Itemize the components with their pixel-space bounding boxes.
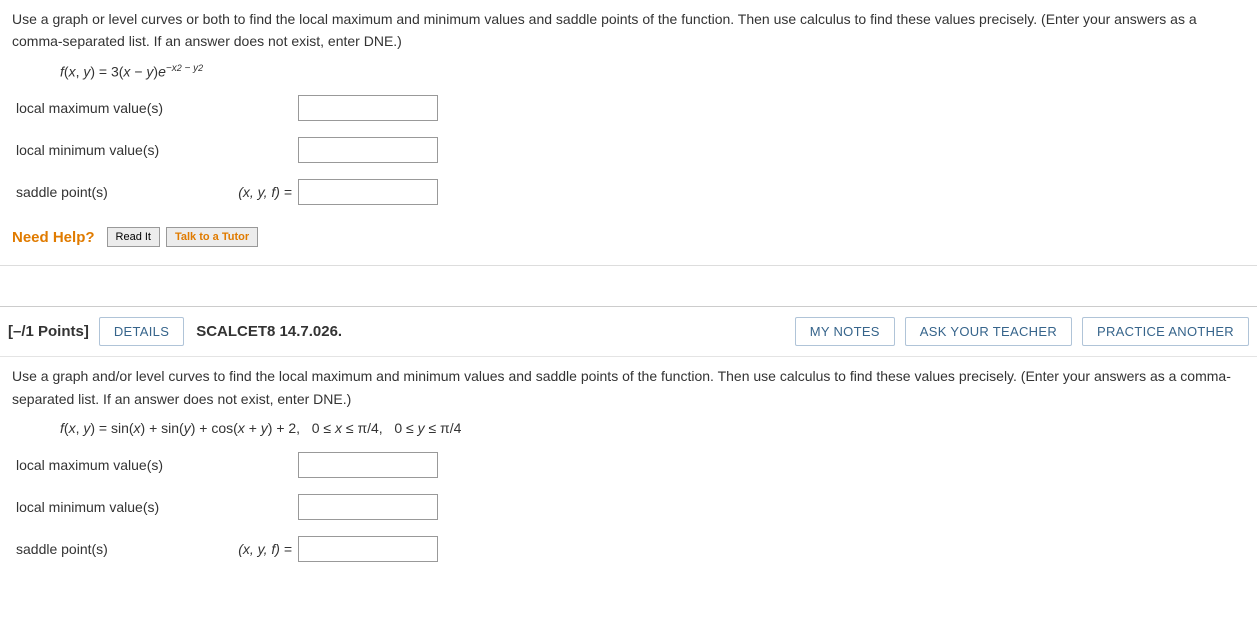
need-help-row: Need Help? Read It Talk to a Tutor: [12, 227, 1245, 247]
q2-formula: f(x, y) = sin(x) + sin(y) + cos(x + y) +…: [12, 416, 1245, 444]
q2-local-min-label: local minimum value(s): [12, 499, 222, 515]
q2-local-max-input[interactable]: [298, 452, 438, 478]
q2-saddle-label: saddle point(s): [12, 541, 222, 557]
header-actions: MY NOTES ASK YOUR TEACHER PRACTICE ANOTH…: [795, 317, 1249, 346]
q1-saddle-label: saddle point(s): [12, 184, 222, 200]
details-button[interactable]: DETAILS: [99, 317, 184, 346]
q1-local-min-row: local minimum value(s): [12, 129, 1245, 171]
practice-another-button[interactable]: PRACTICE ANOTHER: [1082, 317, 1249, 346]
q2-saddle-prefix: (x, y, f) =: [222, 541, 292, 557]
talk-to-tutor-button[interactable]: Talk to a Tutor: [166, 227, 258, 247]
q1-local-min-label: local minimum value(s): [12, 142, 222, 158]
q1-local-min-input[interactable]: [298, 137, 438, 163]
q2-saddle-row: saddle point(s) (x, y, f) =: [12, 528, 1245, 570]
q1-local-max-row: local maximum value(s): [12, 87, 1245, 129]
q1-saddle-row: saddle point(s) (x, y, f) =: [12, 171, 1245, 213]
need-help-title: Need Help?: [12, 229, 95, 246]
question-2-header: [–/1 Points] DETAILS SCALCET8 14.7.026. …: [0, 306, 1257, 357]
q1-prompt: Use a graph or level curves or both to f…: [12, 8, 1245, 53]
question-2: Use a graph and/or level curves to find …: [0, 357, 1257, 588]
q2-local-max-label: local maximum value(s): [12, 457, 222, 473]
q2-local-min-input[interactable]: [298, 494, 438, 520]
points-label: [–/1 Points]: [8, 323, 89, 340]
question-ref: SCALCET8 14.7.026.: [196, 323, 342, 340]
q1-local-max-label: local maximum value(s): [12, 100, 222, 116]
q2-prompt: Use a graph and/or level curves to find …: [12, 365, 1245, 410]
ask-teacher-button[interactable]: ASK YOUR TEACHER: [905, 317, 1072, 346]
my-notes-button[interactable]: MY NOTES: [795, 317, 895, 346]
q1-saddle-input[interactable]: [298, 179, 438, 205]
q1-local-max-input[interactable]: [298, 95, 438, 121]
q1-formula: f(x, y) = 3(x − y)e−x2 − y2: [12, 59, 1245, 88]
question-1: Use a graph or level curves or both to f…: [0, 0, 1257, 266]
q2-local-min-row: local minimum value(s): [12, 486, 1245, 528]
q1-saddle-prefix: (x, y, f) =: [222, 184, 292, 200]
read-it-button[interactable]: Read It: [107, 227, 160, 247]
q2-saddle-input[interactable]: [298, 536, 438, 562]
q2-local-max-row: local maximum value(s): [12, 444, 1245, 486]
